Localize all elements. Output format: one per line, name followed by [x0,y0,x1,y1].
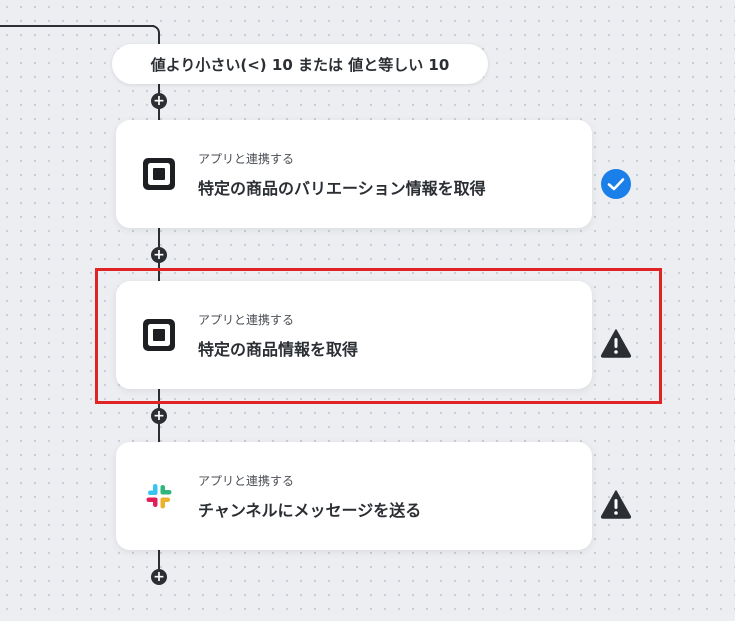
branch-connector-line [0,25,154,27]
add-step-button[interactable]: + [151,408,167,424]
step-title: 特定の商品のバリエーション情報を取得 [198,179,486,198]
step-title: チャンネルにメッセージを送る [198,501,422,520]
success-check-icon [600,168,632,200]
add-step-button[interactable]: + [151,247,167,263]
warning-icon [600,488,632,520]
condition-label: 値より小さい(<) 10 または 値と等しい 10 [150,55,450,74]
flow-canvas: 値より小さい(<) 10 または 値と等しい 10 + + + + アプリと連携… [0,0,735,621]
add-step-button[interactable]: + [151,93,167,109]
square-logo-icon [143,158,175,190]
slack-logo-icon [143,480,175,512]
condition-pill[interactable]: 値より小さい(<) 10 または 値と等しい 10 [112,44,488,84]
step-card-get-variation[interactable]: アプリと連携する 特定の商品のバリエーション情報を取得 [116,120,592,228]
highlight-annotation-box [95,268,662,404]
step-subtitle: アプリと連携する [198,152,295,166]
add-step-button[interactable]: + [151,569,167,585]
step-subtitle: アプリと連携する [198,474,295,488]
step-card-send-message[interactable]: アプリと連携する チャンネルにメッセージを送る [116,442,592,550]
